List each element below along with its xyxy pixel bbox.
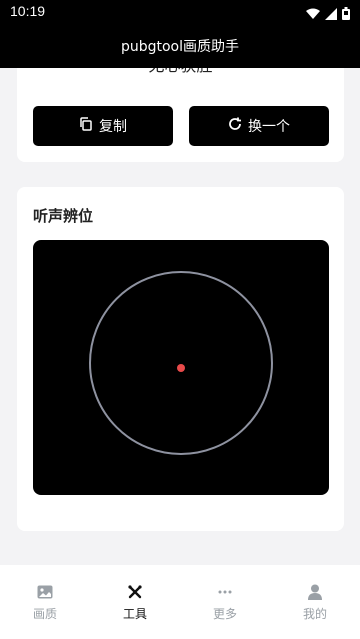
tab-mine[interactable]: 我的 bbox=[270, 565, 360, 639]
tab-more[interactable]: 更多 bbox=[180, 565, 270, 639]
page-title: pubgtool画质助手 bbox=[120, 39, 240, 55]
tools-icon bbox=[126, 583, 144, 601]
radar-ring bbox=[89, 271, 273, 455]
image-icon bbox=[36, 583, 54, 601]
signal-icon bbox=[325, 5, 337, 24]
status-icons bbox=[306, 5, 350, 24]
tab-tools[interactable]: 工具 bbox=[90, 565, 180, 639]
bottom-tab-bar: 画质 工具 更多 我的 bbox=[0, 565, 360, 639]
radar-center-dot bbox=[177, 364, 185, 372]
app-bar: pubgtool画质助手 bbox=[0, 24, 360, 68]
tab-label: 画质 bbox=[32, 607, 57, 621]
sound-radar[interactable] bbox=[33, 240, 329, 495]
copy-button-label: 复制 bbox=[99, 119, 127, 135]
copy-button[interactable]: 复制 bbox=[33, 106, 173, 146]
more-icon bbox=[216, 583, 234, 601]
tab-label: 更多 bbox=[212, 607, 237, 621]
tab-label: 工具 bbox=[122, 607, 147, 621]
wifi-icon bbox=[306, 5, 320, 24]
tab-label: 我的 bbox=[302, 607, 327, 621]
change-button[interactable]: 换一个 bbox=[189, 106, 329, 146]
refresh-icon bbox=[228, 117, 242, 135]
sound-position-card: 听声辨位 bbox=[17, 187, 344, 531]
battery-icon bbox=[342, 5, 350, 24]
section-title: 听声辨位 bbox=[33, 207, 94, 225]
user-icon bbox=[306, 583, 324, 601]
tab-quality[interactable]: 画质 bbox=[0, 565, 90, 639]
status-bar: 10:19 bbox=[0, 0, 360, 24]
copy-icon bbox=[79, 117, 93, 135]
change-button-label: 换一个 bbox=[248, 119, 290, 135]
status-time: 10:19 bbox=[10, 3, 46, 19]
